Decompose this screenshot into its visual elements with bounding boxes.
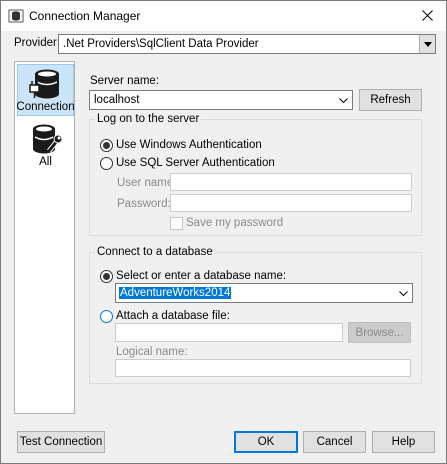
chevron-down-icon[interactable] <box>339 98 348 104</box>
password-label: Password: <box>117 198 171 210</box>
database-name-value: AdventureWorks2014 <box>119 287 232 299</box>
provider-label: Provider: <box>14 37 61 49</box>
sidebar-item-label: All <box>39 156 52 168</box>
password-field[interactable] <box>170 194 412 212</box>
save-password-checkbox[interactable] <box>170 217 183 230</box>
server-name-value: localhost <box>94 94 140 106</box>
chevron-down-icon <box>423 41 432 47</box>
close-button[interactable] <box>412 3 442 27</box>
window-title: Connection Manager <box>29 9 141 23</box>
username-field[interactable] <box>170 173 412 191</box>
logon-group-title: Log on to the server <box>95 113 202 125</box>
close-icon <box>421 9 433 21</box>
database-group-title: Connect to a database <box>95 246 215 258</box>
ok-button[interactable]: OK <box>234 431 298 453</box>
logical-name-field[interactable] <box>115 359 411 377</box>
provider-dropdown-button[interactable] <box>419 35 435 53</box>
database-name-combo[interactable]: AdventureWorks2014 <box>115 283 413 303</box>
select-database-radio[interactable] <box>100 270 113 283</box>
sidebar-item-connection[interactable]: Connection <box>16 64 75 116</box>
sql-auth-label: Use SQL Server Authentication <box>116 157 275 169</box>
select-database-label: Select or enter a database name: <box>116 270 287 282</box>
save-password-label: Save my password <box>186 217 284 229</box>
title-bar[interactable]: Connection Manager <box>1 1 446 31</box>
attach-file-label: Attach a database file: <box>116 310 230 322</box>
connection-manager-icon <box>8 9 24 23</box>
browse-button[interactable]: Browse... <box>348 322 411 343</box>
database-plug-icon <box>28 69 59 99</box>
server-name-label: Server name: <box>90 75 160 87</box>
username-label: User name: <box>117 177 177 189</box>
attach-file-path-field[interactable] <box>115 323 343 342</box>
database-wrench-icon <box>32 124 62 154</box>
provider-value: .Net Providers\SqlClient Data Provider <box>63 38 259 50</box>
sidebar: Connection All <box>14 61 75 414</box>
connection-manager-window: Connection Manager Provider: .Net Provid… <box>0 0 447 464</box>
test-connection-button[interactable]: Test Connection <box>17 431 105 453</box>
provider-dropdown[interactable]: .Net Providers\SqlClient Data Provider <box>58 34 436 54</box>
cancel-button[interactable]: Cancel <box>303 431 366 453</box>
sql-auth-radio[interactable] <box>100 157 113 170</box>
sidebar-item-all[interactable]: All <box>17 118 74 170</box>
logical-name-label: Logical name: <box>116 346 188 358</box>
server-name-combo[interactable]: localhost <box>89 90 353 110</box>
attach-file-radio[interactable] <box>100 310 113 323</box>
refresh-button[interactable]: Refresh <box>359 89 422 111</box>
windows-auth-radio[interactable] <box>100 139 113 152</box>
chevron-down-icon[interactable] <box>399 291 408 297</box>
sidebar-item-label: Connection <box>16 101 75 113</box>
help-button[interactable]: Help <box>372 431 435 453</box>
windows-auth-label: Use Windows Authentication <box>116 139 262 151</box>
